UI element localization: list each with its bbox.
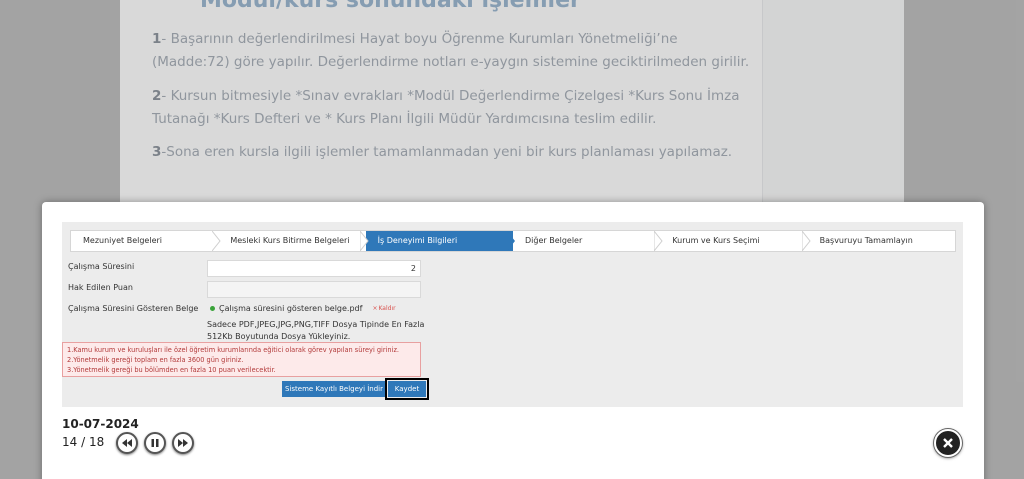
document-label: Çalışma Süresini Gösteren Belge: [68, 304, 199, 313]
points-label: Hak Edilen Puan: [68, 283, 133, 292]
step-kurum-kurs[interactable]: Kurum ve Kurs Seçimi: [660, 231, 811, 251]
remove-file-link[interactable]: Kaldır: [372, 305, 395, 312]
file-name[interactable]: Çalışma süresini gösteren belge.pdf: [219, 304, 362, 313]
step-diger-belgeler[interactable]: Diğer Belgeler: [512, 231, 663, 251]
file-status-icon: [210, 306, 215, 311]
step-label: Mezuniyet Belgeleri: [83, 236, 163, 245]
step-arrow-icon: [506, 231, 515, 251]
step-label: İş Deneyimi Bilgileri: [377, 236, 458, 245]
step-label: Mesleki Kurs Bitirme Belgeleri: [230, 236, 350, 245]
lightbox: Mezuniyet Belgeleri Mesleki Kurs Bitirme…: [42, 202, 984, 479]
step-label: Başvuruyu Tamamlayın: [819, 236, 913, 245]
close-lightbox-button[interactable]: [934, 429, 962, 457]
pause-button[interactable]: [144, 432, 166, 454]
warning-line: 3.Yönetmelik gereği bu bölümden en fazla…: [67, 366, 276, 374]
fast-forward-icon: [178, 439, 188, 447]
wizard-stepper: Mezuniyet Belgeleri Mesleki Kurs Bitirme…: [70, 230, 956, 252]
image-counter: 14 / 18: [62, 435, 105, 449]
step-mezuniyet[interactable]: Mezuniyet Belgeleri: [71, 231, 221, 251]
slideshow-controls: [116, 432, 194, 454]
step-basvuru-tamamla[interactable]: Başvuruyu Tamamlayın: [807, 231, 955, 251]
step-is-deneyimi[interactable]: İş Deneyimi Bilgileri: [365, 231, 515, 251]
step-arrow-icon: [359, 231, 369, 251]
hint-line: Sadece PDF,JPEG,JPG,PNG,TIFF Dosya Tipin…: [207, 320, 425, 329]
step-label: Diğer Belgeler: [524, 236, 583, 245]
step-label: Kurum ve Kurs Seçimi: [672, 236, 760, 245]
next-button[interactable]: [172, 432, 194, 454]
previous-button[interactable]: [116, 432, 138, 454]
step-arrow-icon: [801, 231, 811, 251]
warning-line: 2.Yönetmelik gereği toplam en fazla 3600…: [67, 356, 244, 364]
pause-icon: [151, 439, 159, 447]
save-button[interactable]: Kaydet: [385, 378, 429, 400]
step-arrow-icon: [654, 231, 663, 251]
step-mesleki-kurs[interactable]: Mesleki Kurs Bitirme Belgeleri: [218, 231, 369, 251]
duration-input[interactable]: 2: [207, 260, 421, 277]
points-input[interactable]: [207, 281, 421, 298]
duration-label: Çalışma Süresini: [68, 262, 135, 271]
rewind-icon: [122, 439, 132, 447]
warning-line: 1.Kamu kurum ve kuruluşları ile özel öğr…: [67, 346, 399, 354]
download-document-button[interactable]: Sisteme Kayıtlı Belgeyi İndir: [282, 381, 386, 397]
close-icon: [943, 438, 953, 448]
lightbox-image: Mezuniyet Belgeleri Mesleki Kurs Bitirme…: [62, 222, 963, 407]
file-type-hint: Sadece PDF,JPEG,JPG,PNG,TIFF Dosya Tipin…: [207, 319, 437, 343]
warning-box: 1.Kamu kurum ve kuruluşları ile özel öğr…: [62, 342, 421, 377]
uploaded-file: Çalışma süresini gösteren belge.pdf Kald…: [210, 304, 396, 313]
image-date: 10-07-2024: [62, 417, 139, 431]
step-arrow-icon: [212, 231, 221, 251]
